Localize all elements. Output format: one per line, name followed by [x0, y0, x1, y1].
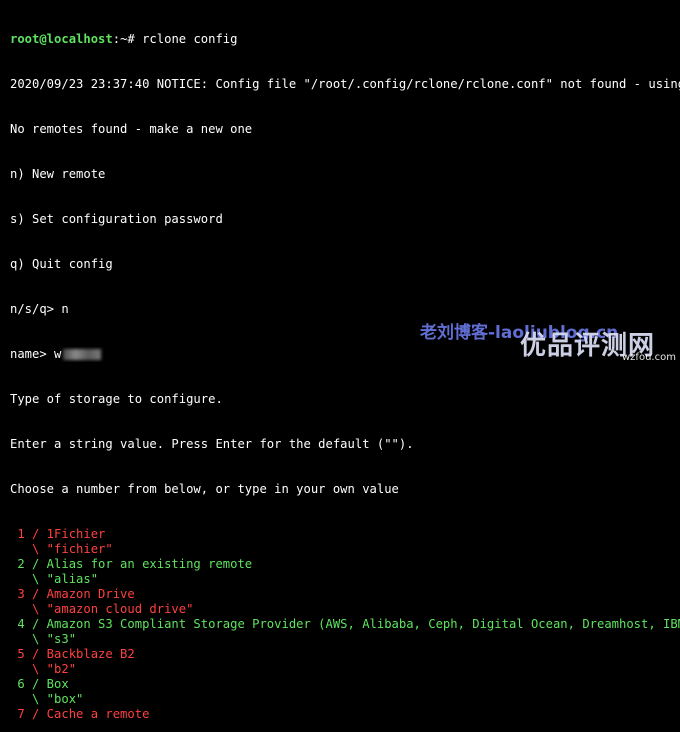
no-remotes-line: No remotes found - make a new one	[10, 122, 253, 136]
storage-option-label: 6 / Box	[10, 677, 69, 691]
option-set-password: s) Set configuration password	[10, 212, 223, 226]
watermark-wzfou: wzfou.com	[622, 352, 676, 363]
storage-option-label: 4 / Amazon S3 Compliant Storage Provider…	[10, 617, 680, 631]
storage-option-value: \ "box"	[10, 692, 84, 706]
name-prompt-text: name> w	[10, 347, 62, 361]
redacted-name-blur	[63, 349, 102, 360]
notice-line: 2020/09/23 23:37:40 NOTICE: Config file …	[10, 77, 680, 91]
nsq-prompt-line: n/s/q> n	[10, 302, 69, 316]
storage-option-label: 5 / Backblaze B2	[10, 647, 135, 661]
storage-option-value: \ "alias"	[10, 572, 99, 586]
storage-option-label: 3 / Amazon Drive	[10, 587, 135, 601]
storage-option-value: \ "fichier"	[10, 542, 113, 556]
choose-number-line: Choose a number from below, or type in y…	[10, 482, 399, 496]
prompt-line: root@localhost:~# rclone config	[10, 32, 680, 47]
option-new-remote: n) New remote	[10, 167, 106, 181]
storage-options-list: 1 / 1Fichier \ "fichier" 2 / Alias for a…	[10, 527, 680, 722]
prompt-path: :~#	[112, 32, 143, 46]
terminal-output[interactable]: root@localhost:~# rclone config 2020/09/…	[10, 2, 680, 721]
option-quit-config: q) Quit config	[10, 257, 113, 271]
storage-option-label: 7 / Cache a remote	[10, 707, 150, 721]
storage-option-label: 1 / 1Fichier	[10, 527, 106, 541]
enter-string-line: Enter a string value. Press Enter for th…	[10, 437, 414, 451]
storage-option-value: \ "amazon cloud drive"	[10, 602, 194, 616]
prompt-user-host: root@localhost	[10, 32, 113, 46]
type-storage-line: Type of storage to configure.	[10, 392, 223, 406]
storage-option-label: 2 / Alias for an existing remote	[10, 557, 253, 571]
storage-option-value: \ "b2"	[10, 662, 77, 676]
prompt-command: rclone config	[142, 32, 238, 46]
storage-option-value: \ "s3"	[10, 632, 77, 646]
